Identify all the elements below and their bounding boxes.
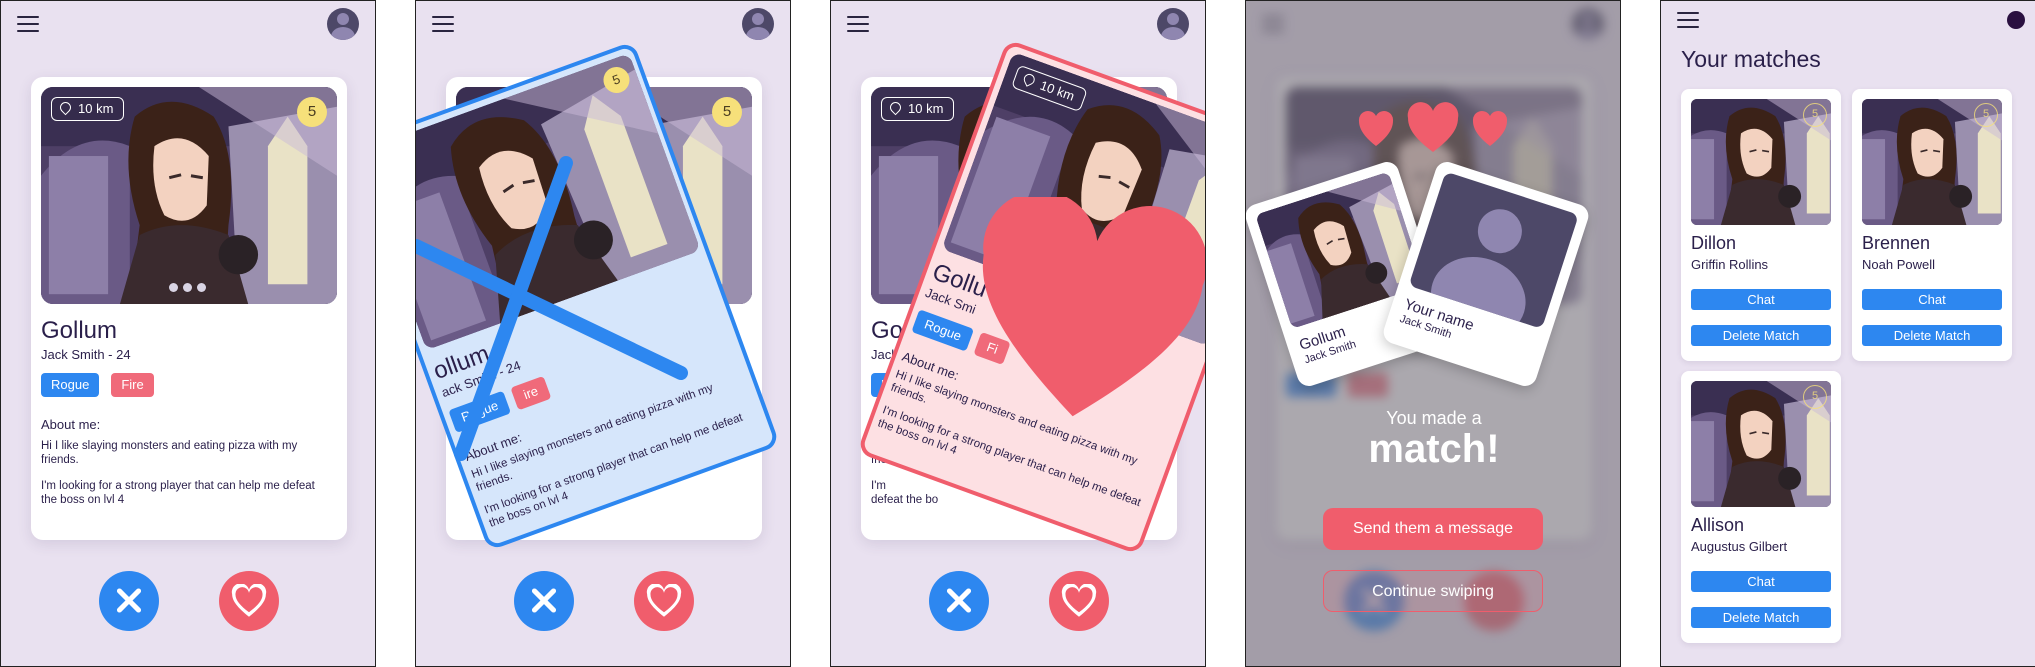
user-avatar[interactable] (2007, 11, 2025, 29)
delete-match-button[interactable]: Delete Match (1691, 607, 1831, 628)
match-name: Dillon (1691, 233, 1737, 253)
photo-pagination-dots[interactable] (169, 283, 206, 292)
match-card: 5 Allison Augustus Gilbert Chat Delete M… (1681, 371, 1841, 643)
tag-rogue: Rogue (41, 373, 100, 397)
heart-icon (1061, 584, 1097, 618)
delete-match-button[interactable]: Delete Match (1862, 325, 2002, 346)
level-badge: 5 (1803, 103, 1827, 127)
send-message-button[interactable]: Send them a message (1323, 508, 1543, 550)
page-title: Your matches (1681, 46, 1821, 72)
distance-badge: 10 km (881, 97, 955, 121)
location-pin-icon (57, 99, 74, 116)
match-real-name: Griffin Rollins (1691, 257, 1769, 272)
user-avatar[interactable] (1157, 8, 1189, 40)
like-button[interactable] (1049, 571, 1109, 631)
match-name: Brennen (1862, 233, 1931, 253)
swipe-left-screen: 5 5 ollum ack Smith - 24 Rogue ire About… (415, 0, 791, 667)
match-name: Allison (1691, 515, 1745, 535)
level-badge: 5 (1803, 385, 1827, 409)
heart-icon (646, 584, 682, 618)
tag-fire: Fire (111, 373, 154, 397)
continue-swiping-button[interactable]: Continue swiping (1323, 570, 1543, 612)
location-pin-icon (887, 99, 904, 116)
dislike-button[interactable] (929, 571, 989, 631)
hearts-icon (1358, 102, 1508, 152)
level-badge: 5 (297, 97, 327, 127)
profile-card[interactable]: 10 km 5 Gollum Jack Smith - 24 Rogue Fir… (31, 77, 347, 540)
hamburger-menu-icon[interactable] (17, 16, 39, 34)
reject-x-mark-icon (416, 156, 688, 461)
chat-button[interactable]: Chat (1862, 289, 2002, 310)
profile-subtitle: Jack Smith - 24 (41, 347, 131, 362)
match-card: 5 Dillon Griffin Rollins Chat Delete Mat… (1681, 89, 1841, 361)
profile-name: Gollum (41, 317, 118, 344)
like-button[interactable] (219, 571, 279, 631)
location-pin-icon (1021, 72, 1037, 87)
distance-badge: 10 km (51, 97, 125, 121)
profile-photo: 10 km 5 (41, 87, 337, 304)
level-badge: 5 (712, 97, 742, 127)
dislike-button[interactable] (514, 571, 574, 631)
like-button[interactable] (634, 571, 694, 631)
dislike-button[interactable] (99, 571, 159, 631)
match-heading-small: You made a (1386, 408, 1482, 428)
chat-button[interactable]: Chat (1691, 571, 1831, 592)
level-badge: 5 (1974, 103, 1998, 127)
about-label: About me: (41, 417, 101, 432)
match-real-name: Augustus Gilbert (1691, 539, 1788, 554)
hamburger-menu-icon[interactable] (847, 16, 869, 34)
chat-button[interactable]: Chat (1691, 289, 1831, 310)
user-avatar[interactable] (742, 8, 774, 40)
big-heart-icon (982, 197, 1205, 417)
matches-screen: Your matches 5 Dillon Griffin Rollins Ch… (1660, 0, 2035, 667)
swipe-right-screen: 10 km Goll Jack R A Hi frie I'm defeat t… (830, 0, 1206, 667)
profile-screen: 10 km 5 Gollum Jack Smith - 24 Rogue Fir… (0, 0, 376, 667)
match-heading-big: match! (1368, 427, 1500, 471)
hamburger-menu-icon[interactable] (432, 16, 454, 34)
hamburger-menu-icon[interactable] (1677, 12, 1699, 30)
user-avatar[interactable] (327, 8, 359, 40)
match-card: 5 Brennen Noah Powell Chat Delete Match (1852, 89, 2012, 361)
match-real-name: Noah Powell (1862, 257, 1935, 272)
heart-icon (231, 584, 267, 618)
delete-match-button[interactable]: Delete Match (1691, 325, 1831, 346)
match-screen: Gollum Jack Smith Your name Jack Smith Y… (1245, 0, 1621, 667)
about-text: Hi I like slaying monsters and eating pi… (41, 440, 315, 506)
